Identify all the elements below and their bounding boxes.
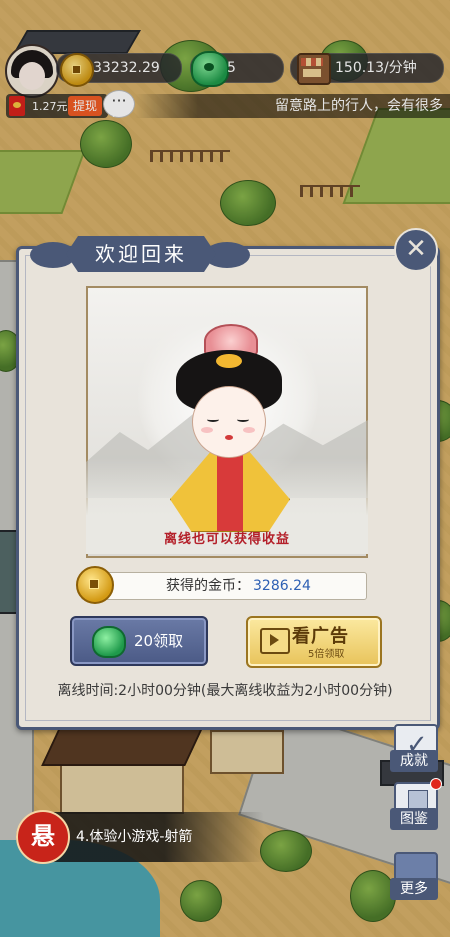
- notification-dot: [430, 778, 442, 790]
- quest-tracker[interactable]: 悬 4.体验小游戏-射箭: [16, 810, 264, 864]
- more-button[interactable]: 更多: [388, 852, 440, 904]
- offline-time-text: 离线时间:2小时00分钟(最大离线收益为2小时00分钟): [57, 683, 393, 699]
- offline-illustration: 离线也可以获得收益: [86, 286, 368, 558]
- character-dress: [170, 450, 290, 532]
- collection-label: 图鉴: [390, 808, 438, 830]
- claim-button-label: 20领取: [134, 632, 184, 650]
- blush: [201, 427, 213, 433]
- watch-ad-button[interactable]: 看广告 5倍领取: [246, 616, 382, 668]
- ad-button-sublabel: 5倍领取: [308, 649, 345, 660]
- achievement-label: 成就: [390, 750, 438, 772]
- quest-seal-icon: 悬: [16, 810, 70, 864]
- more-label: 更多: [390, 878, 438, 900]
- claim-with-jade-button[interactable]: 20领取: [70, 616, 208, 666]
- earned-coins-value: 3286.24: [253, 578, 311, 594]
- jade-icon: [92, 626, 126, 658]
- princess-character: [152, 324, 302, 532]
- earned-coins-field: 获得的金币： 3286.24: [81, 572, 367, 600]
- achievement-button[interactable]: ✓ 成就: [388, 724, 440, 776]
- earned-coins-label: 获得的金币：: [166, 578, 250, 594]
- eye: [207, 417, 219, 422]
- coin-icon: [76, 566, 114, 604]
- mouth: [225, 435, 233, 440]
- dialog-title: 欢迎回来: [66, 236, 216, 272]
- collection-button[interactable]: 图鉴: [388, 778, 442, 834]
- character-face: [192, 386, 266, 458]
- eye: [237, 417, 249, 422]
- welcome-back-dialog: 欢迎回来 ✕ 离线也可以获得收益 获得的金币： 3286.24 20领取 看广告…: [16, 228, 440, 730]
- illustration-caption: 离线也可以获得收益: [163, 532, 290, 547]
- video-play-icon: [260, 628, 290, 654]
- quest-text: 4.体验小游戏-射箭: [76, 829, 193, 845]
- close-button[interactable]: ✕: [394, 228, 438, 272]
- blush: [243, 427, 255, 433]
